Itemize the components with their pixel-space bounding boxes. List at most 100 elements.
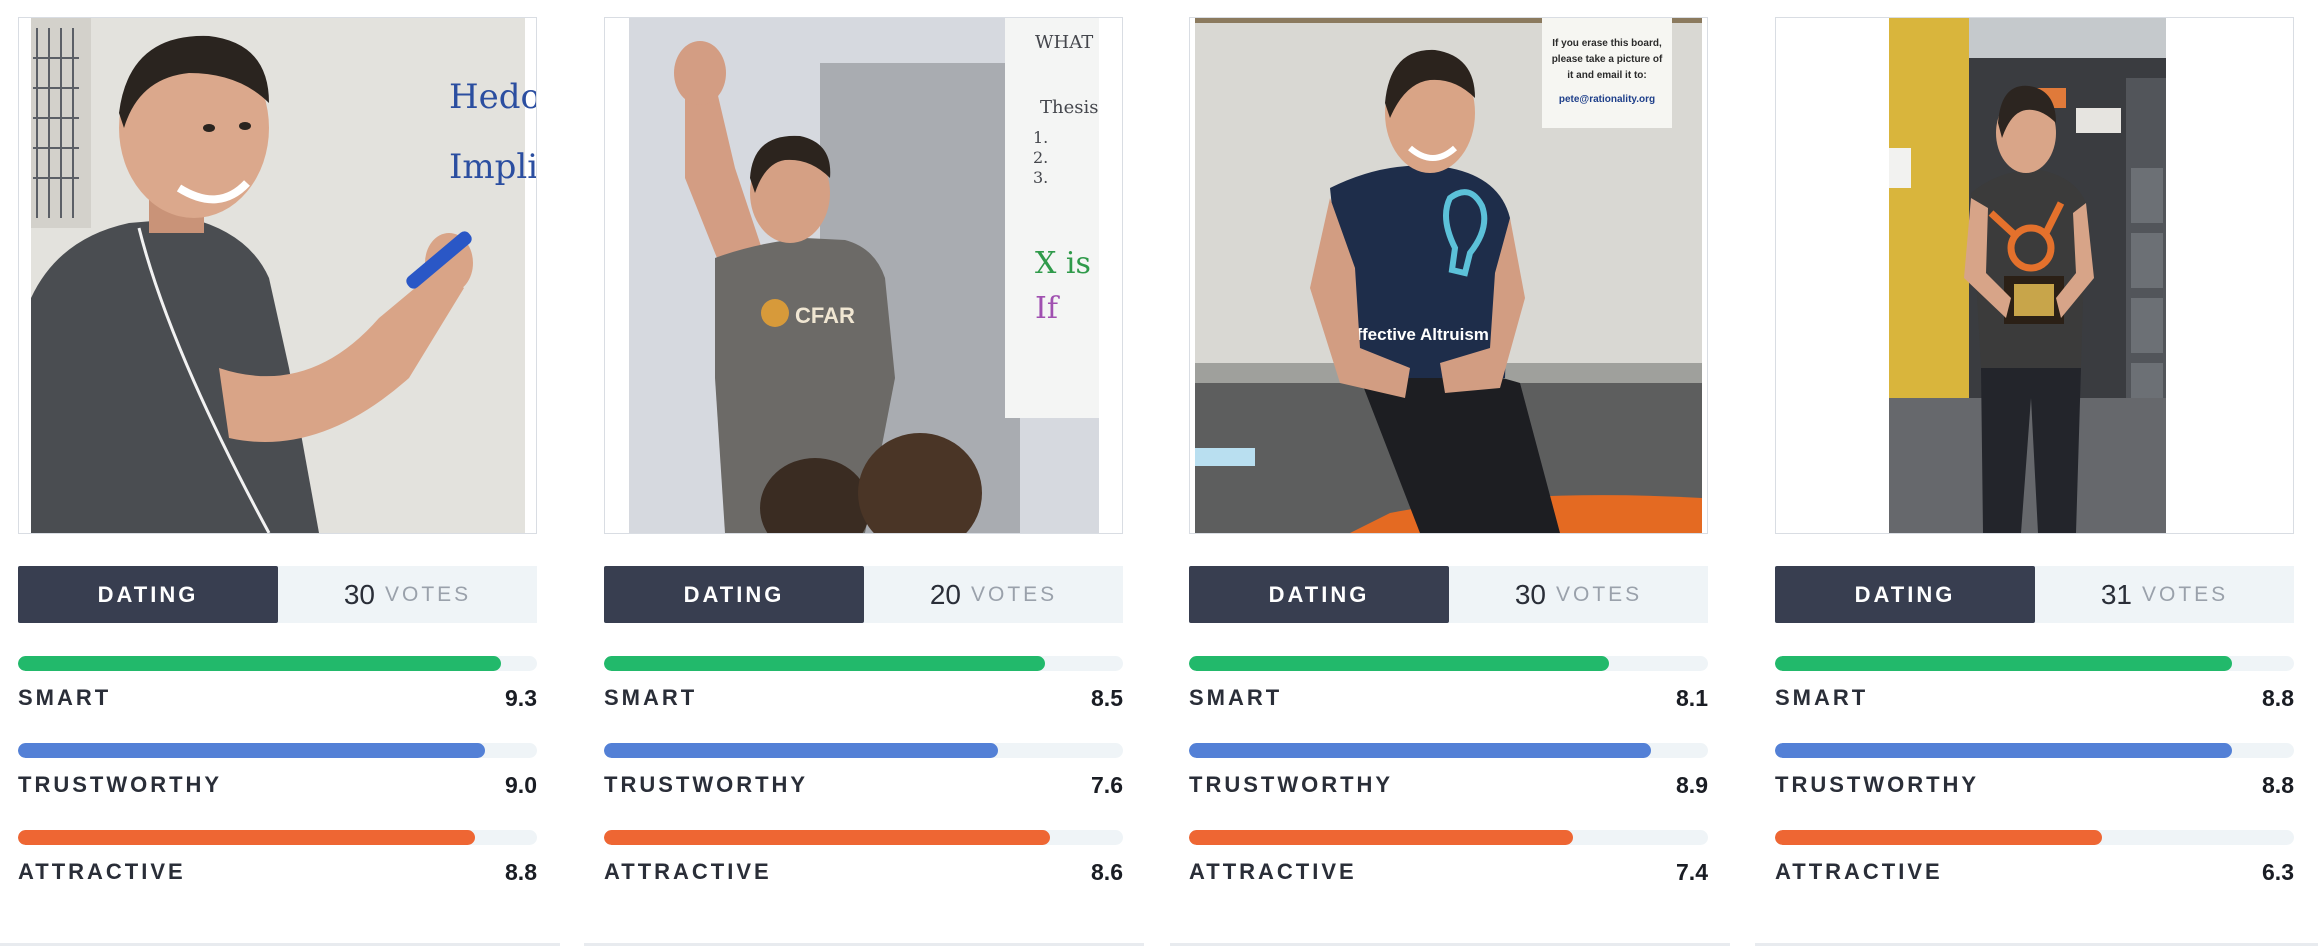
smart-score: 8.8 bbox=[2262, 685, 2294, 711]
metric-smart: SMART 8.8 bbox=[1775, 656, 2294, 716]
metric-attractive: ATTRACTIVE 8.8 bbox=[18, 830, 537, 890]
trustworthy-bar-track bbox=[604, 743, 1123, 758]
shirt-text: CFAR bbox=[795, 303, 855, 328]
vote-count-label: VOTES bbox=[1555, 582, 1643, 606]
sign-email: pete@rationality.org bbox=[1559, 94, 1655, 105]
vote-count: 20 VOTES bbox=[864, 566, 1123, 623]
vote-row: DATING 31 VOTES bbox=[1775, 566, 2294, 623]
whiteboard-text-2: Impli bbox=[449, 147, 536, 187]
attractive-bar-fill bbox=[1775, 830, 2102, 845]
result-card-3: If you erase this board, please take a p… bbox=[1189, 17, 1708, 952]
sign-line-2: please take a picture of bbox=[1552, 54, 1663, 65]
attractive-label: ATTRACTIVE bbox=[18, 859, 186, 884]
whiteboard-text-1: Hedon bbox=[449, 77, 536, 117]
trustworthy-bar-fill bbox=[1189, 743, 1651, 758]
vote-count-number: 20 bbox=[929, 578, 961, 610]
attractive-bar-track bbox=[604, 830, 1123, 845]
dating-category-button[interactable]: DATING bbox=[604, 566, 864, 623]
vote-row: DATING 20 VOTES bbox=[604, 566, 1123, 623]
trustworthy-bar-fill bbox=[18, 743, 486, 758]
smart-bar-fill bbox=[1189, 656, 1610, 671]
photo-1-image: Hedon Impli bbox=[19, 18, 536, 533]
vote-count: 31 VOTES bbox=[2035, 566, 2294, 623]
whiteboard-text-2: Thesis bbox=[1040, 97, 1098, 118]
smart-bar-track bbox=[18, 656, 537, 671]
smart-label: SMART bbox=[604, 685, 698, 710]
trustworthy-score: 7.6 bbox=[1091, 772, 1123, 798]
attractive-bar-track bbox=[18, 830, 537, 845]
metric-smart: SMART 8.1 bbox=[1189, 656, 1708, 716]
vote-count-label: VOTES bbox=[384, 582, 472, 606]
vote-count-label: VOTES bbox=[970, 582, 1058, 606]
sign-line-1: If you erase this board, bbox=[1552, 38, 1662, 49]
dating-category-button[interactable]: DATING bbox=[1189, 566, 1449, 623]
trustworthy-label: TRUSTWORTHY bbox=[604, 772, 809, 797]
result-card-1: Hedon Impli bbox=[18, 17, 537, 952]
card-divider bbox=[1170, 943, 1730, 946]
photo-4-image bbox=[1776, 18, 2293, 533]
vote-count: 30 VOTES bbox=[1449, 566, 1708, 623]
trustworthy-bar-fill bbox=[1775, 743, 2232, 758]
vote-row: DATING 30 VOTES bbox=[1189, 566, 1708, 623]
trustworthy-score: 8.8 bbox=[2262, 772, 2294, 798]
metric-trustworthy: TRUSTWORTHY 9.0 bbox=[18, 743, 537, 803]
trustworthy-bar-fill bbox=[604, 743, 999, 758]
shirt-text: Effective Altruism bbox=[1345, 325, 1489, 344]
whiteboard-text-7: If bbox=[1035, 291, 1060, 326]
attractive-label: ATTRACTIVE bbox=[1189, 859, 1357, 884]
dating-category-button[interactable]: DATING bbox=[1775, 566, 2035, 623]
photo-2[interactable]: WHAT Thesis 1. 2. 3. X is If CFAR bbox=[604, 17, 1123, 534]
metric-attractive: ATTRACTIVE 7.4 bbox=[1189, 830, 1708, 890]
trustworthy-bar-track bbox=[1775, 743, 2294, 758]
whiteboard-text-5: 3. bbox=[1033, 168, 1048, 187]
photo-3[interactable]: If you erase this board, please take a p… bbox=[1189, 17, 1708, 534]
card-divider bbox=[1755, 943, 2318, 946]
whiteboard-text-3: 1. bbox=[1033, 128, 1048, 147]
attractive-bar-fill bbox=[18, 830, 475, 845]
attractive-bar-fill bbox=[604, 830, 1051, 845]
photo-rating-results: Hedon Impli bbox=[0, 0, 2318, 952]
smart-label: SMART bbox=[1189, 685, 1283, 710]
whiteboard-text-6: X is bbox=[1035, 246, 1091, 281]
trustworthy-bar-track bbox=[18, 743, 537, 758]
smart-bar-fill bbox=[604, 656, 1046, 671]
photo-2-image: WHAT Thesis 1. 2. 3. X is If CFAR bbox=[605, 18, 1122, 533]
whiteboard-text-4: 2. bbox=[1033, 148, 1048, 167]
sign-line-3: it and email it to: bbox=[1567, 70, 1646, 81]
attractive-label: ATTRACTIVE bbox=[1775, 859, 1943, 884]
metric-trustworthy: TRUSTWORTHY 8.8 bbox=[1775, 743, 2294, 803]
dating-category-button[interactable]: DATING bbox=[18, 566, 278, 623]
vote-count: 30 VOTES bbox=[278, 566, 537, 623]
metric-smart: SMART 9.3 bbox=[18, 656, 537, 716]
attractive-score: 6.3 bbox=[2262, 859, 2294, 885]
smart-bar-track bbox=[1775, 656, 2294, 671]
trustworthy-label: TRUSTWORTHY bbox=[1775, 772, 1980, 797]
metric-attractive: ATTRACTIVE 8.6 bbox=[604, 830, 1123, 890]
vote-count-number: 30 bbox=[1514, 578, 1546, 610]
photo-1[interactable]: Hedon Impli bbox=[18, 17, 537, 534]
vote-count-number: 30 bbox=[343, 578, 375, 610]
vote-row: DATING 30 VOTES bbox=[18, 566, 537, 623]
photo-4[interactable] bbox=[1775, 17, 2294, 534]
attractive-label: ATTRACTIVE bbox=[604, 859, 772, 884]
attractive-bar-track bbox=[1189, 830, 1708, 845]
smart-bar-track bbox=[604, 656, 1123, 671]
smart-score: 8.5 bbox=[1091, 685, 1123, 711]
photo-3-image: If you erase this board, please take a p… bbox=[1190, 18, 1707, 533]
attractive-bar-track bbox=[1775, 830, 2294, 845]
trustworthy-label: TRUSTWORTHY bbox=[18, 772, 223, 797]
vote-count-label: VOTES bbox=[2141, 582, 2229, 606]
card-divider bbox=[584, 943, 1144, 946]
whiteboard-text-1: WHAT bbox=[1035, 32, 1093, 53]
metric-attractive: ATTRACTIVE 6.3 bbox=[1775, 830, 2294, 890]
trustworthy-bar-track bbox=[1189, 743, 1708, 758]
smart-bar-fill bbox=[1775, 656, 2232, 671]
trustworthy-label: TRUSTWORTHY bbox=[1189, 772, 1394, 797]
attractive-score: 8.8 bbox=[505, 859, 537, 885]
card-divider bbox=[0, 943, 560, 946]
attractive-bar-fill bbox=[1189, 830, 1574, 845]
result-card-4: DATING 31 VOTES SMART 8.8 TRUSTWORTHY 8.… bbox=[1775, 17, 2294, 952]
trustworthy-score: 9.0 bbox=[505, 772, 537, 798]
smart-score: 8.1 bbox=[1676, 685, 1708, 711]
metric-smart: SMART 8.5 bbox=[604, 656, 1123, 716]
